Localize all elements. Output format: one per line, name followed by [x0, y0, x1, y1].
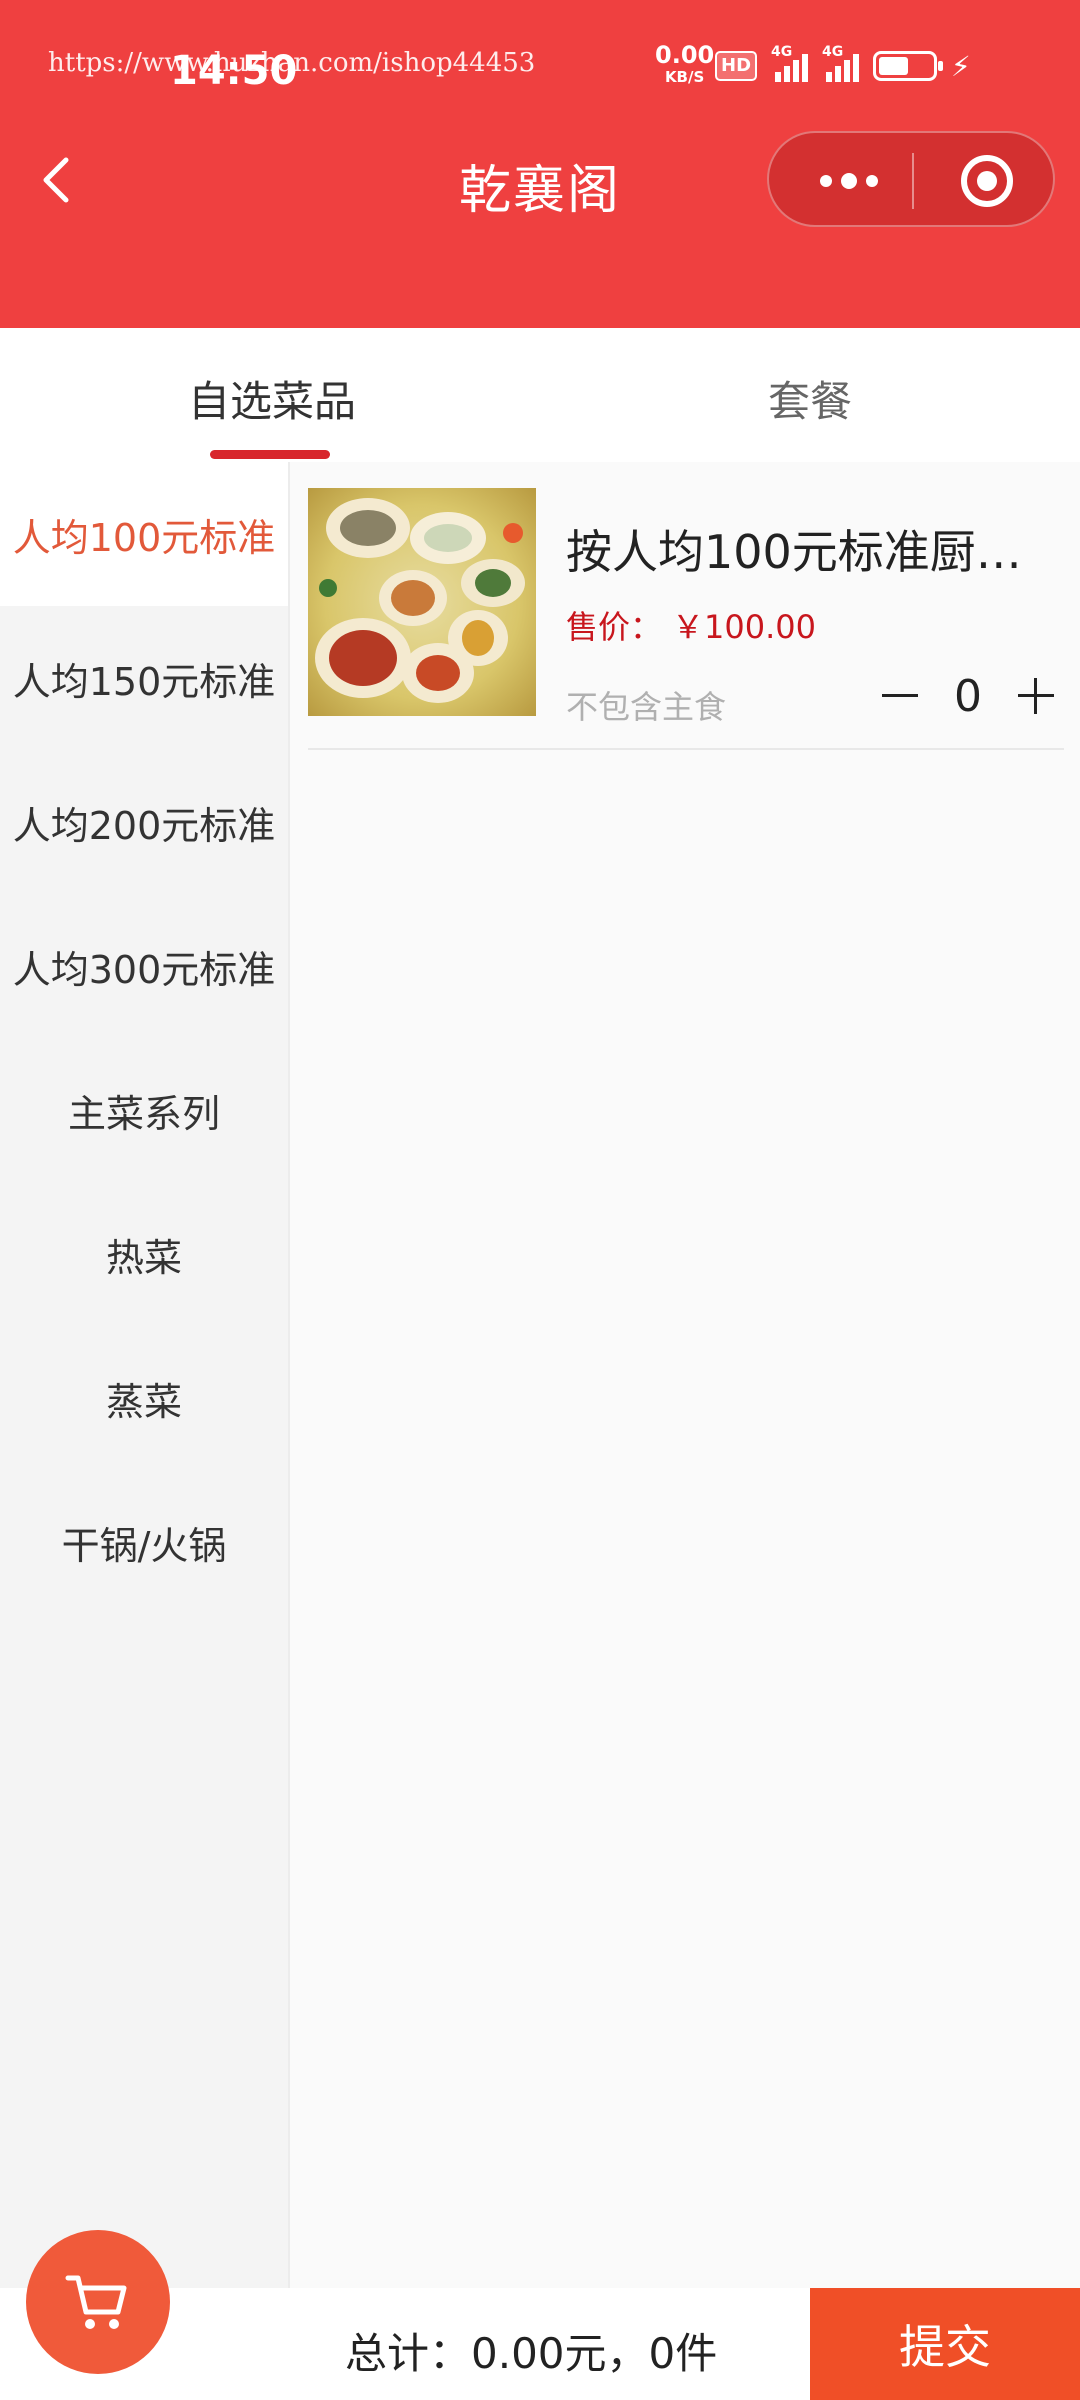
category-item-main[interactable]: 主菜系列: [0, 1038, 288, 1182]
hd-icon: HD: [715, 51, 758, 81]
category-item-150[interactable]: 人均150元标准: [0, 606, 288, 750]
header-bar: https://www.huzhan.com/ishop44453 14:50 …: [0, 0, 1080, 328]
category-sidebar: 人均100元标准 人均150元标准 人均200元标准 人均300元标准 主菜系列…: [0, 462, 290, 2288]
more-button[interactable]: [809, 159, 889, 203]
tab-set-meals[interactable]: 套餐: [768, 368, 852, 429]
more-dot-icon: [866, 175, 878, 187]
product-name: 按人均100元标准厨…: [566, 525, 1022, 579]
capsule-divider: [912, 153, 914, 209]
tab-custom-dishes[interactable]: 自选菜品: [188, 368, 356, 429]
network-speed-unit: KB/S: [664, 68, 705, 86]
quantity-stepper: 0: [878, 666, 1058, 726]
network-speed: 0.00 KB/S: [655, 41, 715, 88]
category-item-hot[interactable]: 热菜: [0, 1182, 288, 1326]
signal-icon: 4G: [771, 44, 809, 82]
signal-label: 4G: [771, 44, 793, 60]
plus-button[interactable]: [1014, 674, 1058, 718]
signal-label-2: 4G: [822, 44, 844, 60]
category-item-steamed[interactable]: 蒸菜: [0, 1326, 288, 1470]
close-miniprogram-button[interactable]: [961, 155, 1013, 207]
quantity-value: 0: [954, 670, 982, 722]
price-label: 售价：: [566, 608, 663, 646]
category-item-300[interactable]: 人均300元标准: [0, 894, 288, 1038]
cart-icon: [65, 2275, 127, 2329]
more-dot-icon: [841, 173, 857, 189]
status-time: 14:50: [170, 48, 298, 94]
product-item[interactable]: 按人均100元标准厨… 售价： ￥100.00 不包含主食 0: [308, 486, 1064, 750]
more-dot-icon: [820, 175, 832, 187]
active-tab-indicator: [210, 450, 330, 459]
tab-bar: 自选菜品 套餐: [0, 328, 1080, 462]
minus-button[interactable]: [878, 674, 922, 718]
order-total: 总计：0.00元，0件: [345, 2329, 718, 2378]
category-item-200[interactable]: 人均200元标准: [0, 750, 288, 894]
status-bar: https://www.huzhan.com/ishop44453 14:50 …: [0, 40, 1080, 100]
category-item-100[interactable]: 人均100元标准: [0, 462, 288, 606]
product-list: 按人均100元标准厨… 售价： ￥100.00 不包含主食 0: [290, 462, 1080, 2288]
page-title: 乾襄阁: [458, 161, 621, 221]
cart-button[interactable]: [26, 2230, 170, 2374]
battery-icon: [873, 51, 944, 81]
signal-icon-2: 4G: [822, 44, 860, 82]
back-button[interactable]: [30, 150, 90, 210]
category-item-hotpot[interactable]: 干锅/火锅: [0, 1470, 288, 1614]
submit-button[interactable]: 提交: [810, 2288, 1080, 2400]
status-icons: HD 4G 4G ⚡: [715, 44, 971, 86]
price-row: 售价： ￥100.00: [566, 602, 816, 648]
network-speed-value: 0.00: [655, 41, 715, 69]
miniprogram-capsule: [767, 131, 1055, 227]
product-image: [308, 488, 536, 716]
chevron-left-icon: [43, 157, 69, 203]
product-note: 不包含主食: [566, 688, 727, 726]
price-value: ￥100.00: [672, 608, 816, 646]
charging-icon: ⚡: [951, 49, 971, 83]
